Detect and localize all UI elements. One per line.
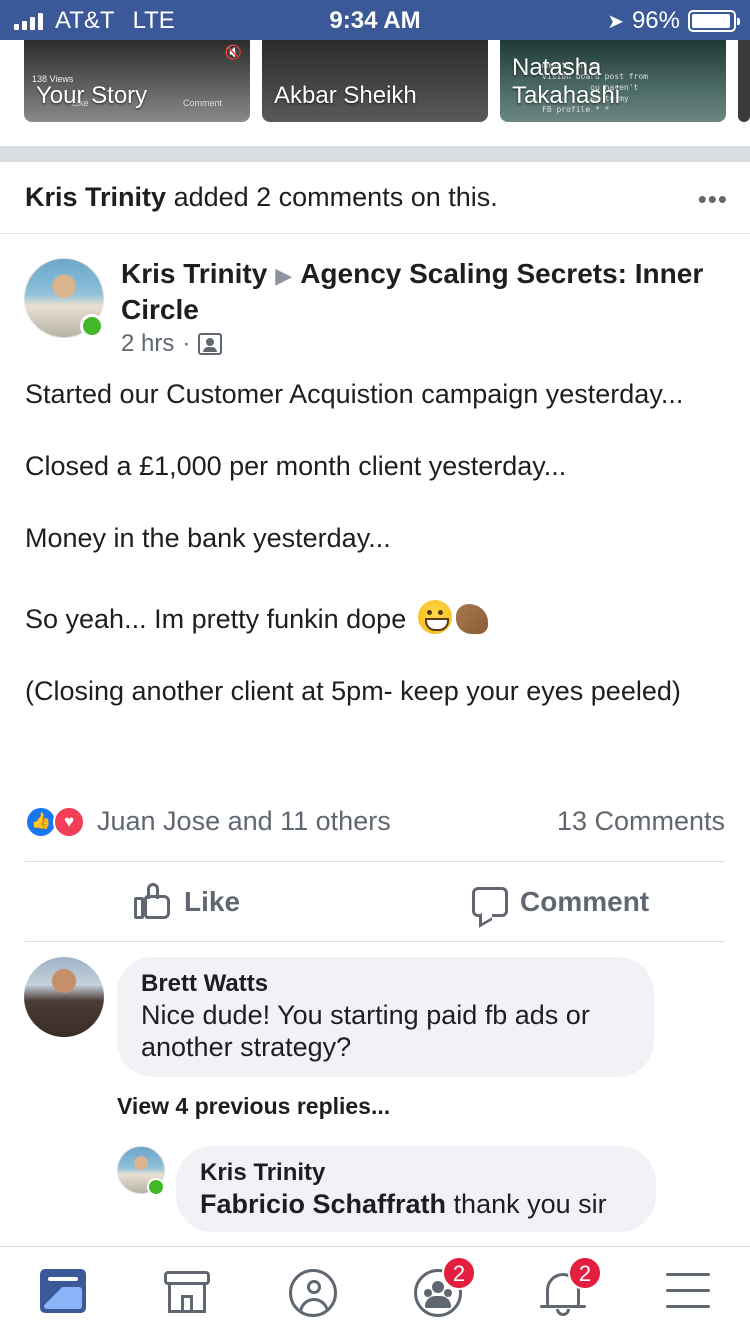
love-reaction-icon: ♥	[53, 806, 85, 838]
hamburger-line	[666, 1305, 710, 1308]
comment-text: Nice dude! You starting paid fb ads or a…	[141, 1000, 590, 1062]
group-audience-icon	[198, 333, 223, 355]
meta-separator: ·	[182, 330, 191, 357]
menu-tab[interactable]	[662, 1269, 714, 1317]
story-comment: Comment	[182, 98, 222, 108]
location-arrow-icon: ➤	[607, 10, 624, 33]
battery-icon	[688, 10, 740, 32]
divider	[25, 941, 725, 942]
reply-mention[interactable]: Fabricio Schaffrath	[200, 1189, 446, 1219]
news-feed-icon	[40, 1269, 86, 1313]
thumbs-up-icon	[134, 883, 172, 921]
hamburger-line	[666, 1289, 710, 1292]
story-card-natasha-takahashi[interactable]: mments on my vision board post from ou h…	[500, 40, 726, 122]
comment-author[interactable]: Brett Watts	[141, 969, 630, 999]
story-name: Natasha Takahashi	[512, 54, 621, 109]
activity-description: added 2 comments on this.	[173, 182, 498, 212]
reply-text: Fabricio Schaffrath thank you sir	[200, 1188, 632, 1220]
post-meta: 2 hrs ·	[121, 330, 223, 358]
post-line-with-emoji: So yeah... Im pretty funkin dope	[25, 600, 725, 637]
notifications-badge: 2	[568, 1256, 602, 1290]
arrow-right-icon: ▶	[275, 263, 293, 288]
post-line: Money in the bank yesterday...	[25, 523, 391, 553]
post-line: Started our Customer Acquistion campaign…	[25, 379, 684, 409]
reaction-icons: 👍 ♥	[25, 806, 85, 838]
post-title: Kris Trinity ▶ Agency Scaling Secrets: Inn…	[121, 257, 731, 327]
battery-fill	[692, 14, 731, 28]
grinning-face-icon	[417, 600, 452, 634]
reactions-row[interactable]: 👍 ♥ Juan Jose and 11 others 13 Comments	[25, 806, 725, 840]
battery-percent: 96%	[631, 7, 680, 34]
section-divider	[0, 146, 750, 162]
stories-tray: 🔇 138 Views Like Comment Your Story Akba…	[0, 40, 750, 146]
view-previous-replies-link[interactable]: View 4 previous replies...	[117, 1093, 390, 1120]
comments-count[interactable]: 13 Comments	[557, 806, 725, 837]
reply-message: thank you sir	[446, 1189, 607, 1219]
status-right: ➤ 96%	[607, 7, 740, 35]
online-indicator	[147, 1178, 165, 1196]
divider	[25, 861, 725, 862]
story-card-next[interactable]	[738, 40, 750, 122]
post-author[interactable]: Kris Trinity	[121, 258, 267, 289]
profile-icon	[289, 1269, 337, 1317]
activity-header: Kris Trinity added 2 comments on this. •…	[0, 162, 750, 234]
post-body: Started our Customer Acquistion campaign…	[25, 376, 725, 709]
status-bar: AT&T LTE 9:34 AM ➤ 96%	[0, 0, 750, 40]
comment-bubble[interactable]: Brett Watts Nice dude! You starting paid…	[117, 957, 654, 1077]
activity-text: Kris Trinity added 2 comments on this.	[25, 182, 498, 213]
bottom-nav	[0, 1246, 750, 1334]
story-card-akbar-sheikh[interactable]: Akbar Sheikh	[262, 40, 488, 122]
comment-bubble-icon	[472, 887, 508, 917]
story-name: Your Story	[36, 82, 148, 109]
activity-actor[interactable]: Kris Trinity	[25, 182, 166, 212]
story-name: Akbar Sheikh	[274, 82, 417, 109]
news-feed-tab[interactable]	[38, 1269, 90, 1317]
profile-tab[interactable]	[287, 1269, 339, 1317]
hamburger-line	[666, 1273, 710, 1276]
reactions-summary[interactable]: Juan Jose and 11 others	[97, 806, 391, 837]
online-indicator	[80, 314, 104, 338]
comment-button[interactable]: Comment	[472, 880, 649, 924]
marketplace-tab[interactable]	[162, 1269, 214, 1317]
reply-bubble[interactable]: Kris Trinity Fabricio Schaffrath thank y…	[176, 1146, 656, 1232]
story-card-your-story[interactable]: 🔇 138 Views Like Comment Your Story	[24, 40, 250, 122]
commenter-avatar[interactable]	[24, 957, 104, 1037]
post-time[interactable]: 2 hrs	[121, 330, 174, 358]
reply-author[interactable]: Kris Trinity	[200, 1158, 632, 1188]
comment-label: Comment	[520, 886, 650, 917]
post-line: So yeah... Im pretty funkin dope	[25, 604, 407, 634]
more-options-button[interactable]: •••	[698, 184, 728, 215]
post-line: Closed a £1,000 per month client yesterd…	[25, 451, 567, 481]
like-button[interactable]: Like	[134, 880, 240, 924]
post-line: (Closing another client at 5pm- keep you…	[25, 676, 681, 706]
mute-icon: 🔇	[224, 44, 242, 60]
like-label: Like	[184, 886, 241, 917]
flexed-biceps-icon	[455, 604, 488, 634]
groups-badge: 2	[442, 1256, 476, 1290]
